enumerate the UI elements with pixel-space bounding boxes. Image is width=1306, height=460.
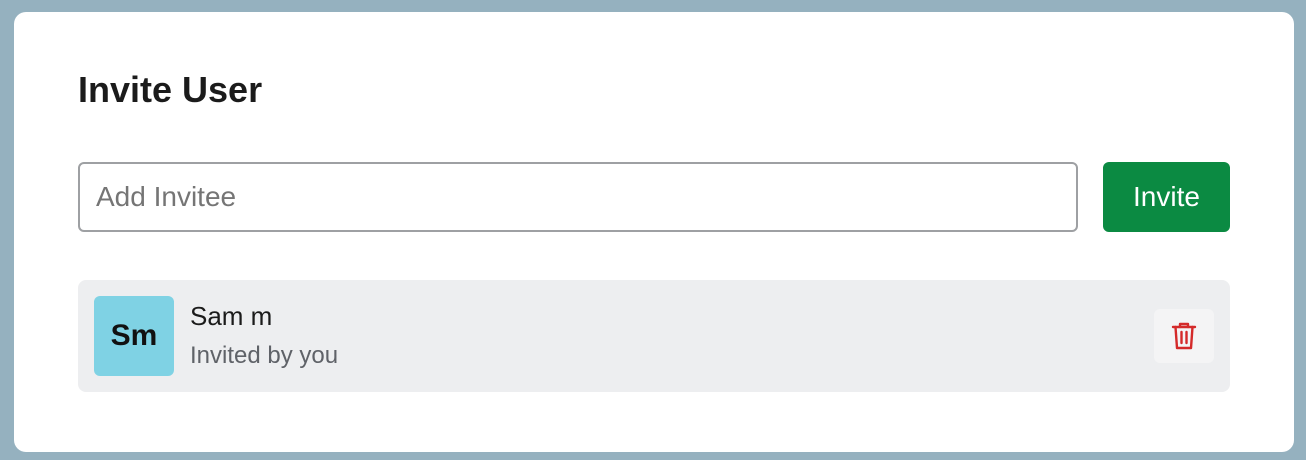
avatar: Sm — [94, 296, 174, 376]
remove-invitee-button[interactable] — [1154, 309, 1214, 363]
invitee-list-item: Sm Sam m Invited by you — [78, 280, 1230, 392]
trash-icon — [1171, 321, 1197, 351]
invite-button[interactable]: Invite — [1103, 162, 1230, 232]
add-invitee-input[interactable] — [78, 162, 1078, 232]
invitee-name: Sam m — [190, 301, 273, 331]
invite-user-dialog: Invite User Invite Sm Sam m Invited by y… — [14, 12, 1294, 452]
invitee-status: Invited by you — [190, 342, 339, 369]
dialog-title: Invite User — [78, 69, 263, 110]
